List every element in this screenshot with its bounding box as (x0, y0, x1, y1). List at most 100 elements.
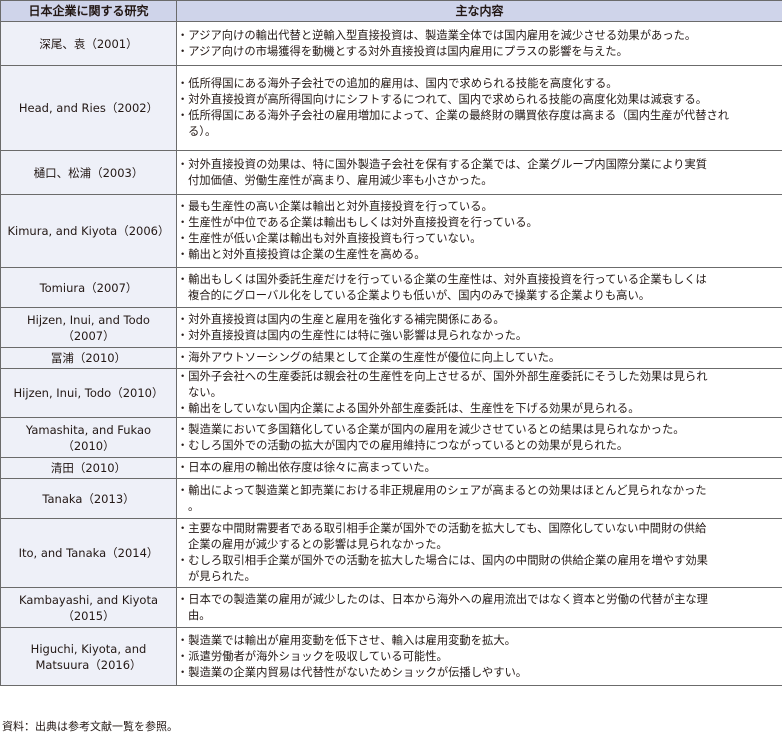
study-label: Tomiura（2007） (39, 280, 138, 295)
study-cell: Head, and Ries（2002） (0, 65, 177, 151)
study-cell: Yamashita, and Fukao （2010） (0, 417, 177, 458)
content-line: ・製造業において多国籍化している企業が国内の雇用を減少させているとの結果は見られ… (177, 422, 685, 436)
content-line: ・派遣労働者が海外ショックを吸収している可能性。 (177, 649, 448, 663)
content-line: ・輸出もしくは国外委託生産だけを行っている企業の生産性は、対外直接投資を行ってい… (177, 272, 707, 286)
content-bullet: ・輸出によって製造業と卸売業における非正規雇用のシェアが高まるとの効果はほとんど… (177, 483, 782, 515)
study-label: 樋口、松浦（2003） (33, 165, 144, 180)
study-label: Kimura, and Kiyota（2006） (7, 224, 170, 238)
header-content: 主な内容 (176, 0, 782, 22)
content-line: ・輸出をしていない国内企業による国外外部生産委託は、生産性を下げる効果が見られる… (177, 402, 640, 415)
study-label: 深尾、袁（2001） (39, 36, 138, 51)
content-line: ・主要な中間財需要者である取引相手企業が国外での活動を拡大しても、国際化していな… (177, 522, 707, 535)
content-line: ・生産性が中位である企業は輸出もしくは対外直接投資を行っている。 (177, 216, 538, 229)
table-row: 深尾、袁（2001） ・アジア向けの輸出代替と逆輸入型直接投資は、製造業全体では国… (0, 21, 782, 66)
content-line: 。 (188, 499, 200, 513)
content-line: が見られた。 (188, 570, 256, 583)
table-row: Higuchi, Kiyota, and Matsuura（2016） ・製造業では… (0, 627, 782, 686)
content-line: る）。 (188, 125, 217, 138)
content-cell: ・輸出によって製造業と卸売業における非正規雇用のシェアが高まるとの効果はほとんど… (176, 478, 782, 519)
content-bullet: ・生産性が中位である企業は輸出もしくは対外直接投資を行っている。 (177, 215, 782, 231)
content-bullet: ・対外直接投資は国内の生産性には特に強い影響は見られなかった。 (177, 328, 782, 344)
content-bullet: ・対外直接投資が高所得国向けにシフトするにつれて、国内で求められる技能の高度化効… (177, 92, 782, 108)
content-line: ・対外直接投資が高所得国向けにシフトするにつれて、国内で求められる技能の高度化効… (177, 93, 708, 106)
content-cell: ・アジア向けの輸出代替と逆輸入型直接投資は、製造業全体では国内雇用を減少させる効… (176, 21, 782, 66)
content-bullet: ・製造業では輸出が雇用変動を低下させ、輸入は雇用変動を拡大。 (177, 633, 782, 649)
content-line: 企業の雇用が減少するとの影響は見られなかった。 (188, 538, 448, 551)
content-line: ・対外直接投資の効果は、特に国外製造子会社を保有する企業では、企業グループ内国際… (177, 157, 708, 171)
content-bullet: ・低所得国にある海外子会社の雇用増加によって、企業の最終財の購買依存度は高まる（… (177, 108, 782, 140)
table-row: Hijzen, Inui, and Todo （2007） ・対外直接投資は国内の生… (0, 307, 782, 348)
table-row: 清田（2010） ・日本の雇用の輸出依存度は徐々に高まっていた。 (0, 457, 782, 479)
content-line: ・対外直接投資は国内の生産と雇用を強化する補完関係にある。 (177, 312, 505, 326)
content-line: 由。 (188, 608, 211, 622)
table-row: Head, and Ries（2002） ・低所得国にある海外子会社での追加的雇用… (0, 65, 782, 151)
study-cell: 清田（2010） (0, 457, 177, 479)
content-bullet: ・国外子会社への生産委託は親会社の生産性を向上させるが、国外外部生産委託にそうし… (177, 369, 782, 401)
content-line: ・国外子会社への生産委託は親会社の生産性を向上させるが、国外外部生産委託にそうし… (177, 370, 708, 383)
content-line: ・対外直接投資は国内の生産性には特に強い影響は見られなかった。 (177, 328, 528, 342)
study-cell: 冨浦（2010） (0, 347, 177, 369)
table-row: Hijzen, Inui, Todo（2010） ・国外子会社への生産委託は親会社… (0, 368, 782, 418)
content-cell: ・低所得国にある海外子会社での追加的雇用は、国内で求められる技能を高度化する。・… (176, 65, 782, 151)
content-bullet: ・輸出もしくは国外委託生産だけを行っている企業の生産性は、対外直接投資を行ってい… (177, 272, 782, 304)
content-bullet: ・派遣労働者が海外ショックを吸収している可能性。 (177, 649, 782, 665)
content-line: ・製造業では輸出が雇用変動を低下させ、輸入は雇用変動を拡大。 (177, 633, 516, 647)
study-cell: Kambayashi, and Kiyota （2015） (0, 587, 177, 628)
table-header-row: 日本企業に関する研究 主な内容 (0, 0, 782, 22)
content-line: ・低所得国にある海外子会社での追加的雇用は、国内で求められる技能を高度化する。 (177, 77, 618, 90)
content-bullet: ・アジア向けの輸出代替と逆輸入型直接投資は、製造業全体では国内雇用を減少させる効… (177, 28, 782, 44)
study-label: （2015） (62, 608, 115, 623)
content-bullet: ・海外アウトソーシングの結果として企業の生産性が優位に向上していた。 (177, 350, 782, 366)
content-bullet: ・むしろ取引相手企業が国外での活動を拡大した場合には、国内の中間財の供給企業の雇… (177, 553, 782, 585)
content-line: ・むしろ国外での活動の拡大が国内での雇用維持につながっているとの効果が見られた。 (177, 438, 629, 452)
study-label: Hijzen, Inui, and Todo (27, 312, 150, 327)
study-cell: Ito, and Tanaka（2014） (0, 518, 177, 588)
table-row: Tomiura（2007） ・輸出もしくは国外委託生産だけを行っている企業の生産性… (0, 267, 782, 308)
content-cell: ・日本での製造業の雇用が減少したのは、日本から海外への雇用流出ではなく資本と労働… (176, 587, 782, 628)
content-line: ・日本での製造業の雇用が減少したのは、日本から海外への雇用流出ではなく資本と労働… (177, 592, 708, 606)
study-label: （2007） (62, 328, 115, 343)
content-bullet: ・輸出と対外直接投資は企業の生産性を高める。 (177, 247, 782, 263)
research-summary-table: 日本企業に関する研究 主な内容 深尾、袁（2001） ・アジア向けの輸出代替と逆輸… (0, 0, 782, 686)
table-row: 樋口、松浦（2003） ・対外直接投資の効果は、特に国外製造子会社を保有する企業で… (0, 150, 782, 195)
content-cell: ・製造業において多国籍化している企業が国内の雇用を減少させているとの結果は見られ… (176, 417, 782, 458)
study-cell: Kimura, and Kiyota（2006） (0, 194, 177, 268)
study-cell: Hijzen, Inui, Todo（2010） (0, 368, 177, 418)
study-label: Head, and Ries（2002） (18, 101, 159, 115)
content-line: 付加価値、労働生産性が高まり、雇用減少率も小さかった。 (188, 173, 493, 187)
table-body: 深尾、袁（2001） ・アジア向けの輸出代替と逆輸入型直接投資は、製造業全体では国… (0, 21, 782, 686)
study-cell: Tanaka（2013） (0, 478, 177, 519)
table-row: Kambayashi, and Kiyota （2015） ・日本での製造業の雇用が… (0, 587, 782, 628)
study-label: Hijzen, Inui, Todo（2010） (13, 386, 164, 400)
content-cell: ・主要な中間財需要者である取引相手企業が国外での活動を拡大しても、国際化していな… (176, 518, 782, 588)
content-bullet: ・日本での製造業の雇用が減少したのは、日本から海外への雇用流出ではなく資本と労働… (177, 592, 782, 624)
study-label: （2010） (62, 438, 115, 453)
content-cell: ・輸出もしくは国外委託生産だけを行っている企業の生産性は、対外直接投資を行ってい… (176, 267, 782, 308)
content-line: ・輸出と対外直接投資は企業の生産性を高める。 (177, 248, 426, 261)
table-row: Ito, and Tanaka（2014） ・主要な中間財需要者である取引相手企業… (0, 518, 782, 588)
content-line: ない。 (188, 386, 222, 399)
content-bullet: ・製造業の企業内貿易は代替性がないためショックが伝播しやすい。 (177, 665, 782, 681)
study-label: Matsuura（2016） (35, 657, 142, 672)
table-row: Yamashita, and Fukao （2010） ・製造業において多国籍化して… (0, 417, 782, 458)
table-row: 冨浦（2010） ・海外アウトソーシングの結果として企業の生産性が優位に向上してい… (0, 347, 782, 369)
table-row: Kimura, and Kiyota（2006） ・最も生産性の高い企業は輸出と対… (0, 194, 782, 268)
content-line: 複合的にグローバル化をしている企業よりも低いが、国内のみで操業する企業よりも高い… (188, 288, 651, 302)
table-row: Tanaka（2013） ・輸出によって製造業と卸売業における非正規雇用のシェアが… (0, 478, 782, 519)
study-label: Tanaka（2013） (42, 491, 135, 506)
content-cell: ・最も生産性の高い企業は輸出と対外直接投資を行っている。 ・生産性が中位である企業… (176, 194, 782, 268)
content-bullet: ・日本の雇用の輸出依存度は徐々に高まっていた。 (177, 460, 782, 476)
study-label: 清田（2010） (50, 461, 127, 475)
content-line: ・アジア向けの市場獲得を動機とする対外直接投資は国内雇用にプラスの影響を与えた。 (177, 44, 628, 58)
study-label: Higuchi, Kiyota, and (30, 641, 147, 656)
content-line: ・海外アウトソーシングの結果として企業の生産性が優位に向上していた。 (177, 351, 561, 364)
content-cell: ・国外子会社への生産委託は親会社の生産性を向上させるが、国外外部生産委託にそうし… (176, 368, 782, 418)
content-line: ・低所得国にある海外子会社の雇用増加によって、企業の最終財の購買依存度は高まる（… (177, 109, 730, 122)
content-bullet: ・主要な中間財需要者である取引相手企業が国外での活動を拡大しても、国際化していな… (177, 521, 782, 553)
study-label: Kambayashi, and Kiyota (19, 592, 158, 607)
content-bullet: ・輸出をしていない国内企業による国外外部生産委託は、生産性を下げる効果が見られる… (177, 401, 782, 417)
content-bullet: ・むしろ国外での活動の拡大が国内での雇用維持につながっているとの効果が見られた。 (177, 438, 782, 454)
study-cell: Tomiura（2007） (0, 267, 177, 308)
content-bullet: ・対外直接投資は国内の生産と雇用を強化する補完関係にある。 (177, 312, 782, 328)
research-table-figure: 日本企業に関する研究 主な内容 深尾、袁（2001） ・アジア向けの輸出代替と逆輸… (0, 0, 782, 736)
